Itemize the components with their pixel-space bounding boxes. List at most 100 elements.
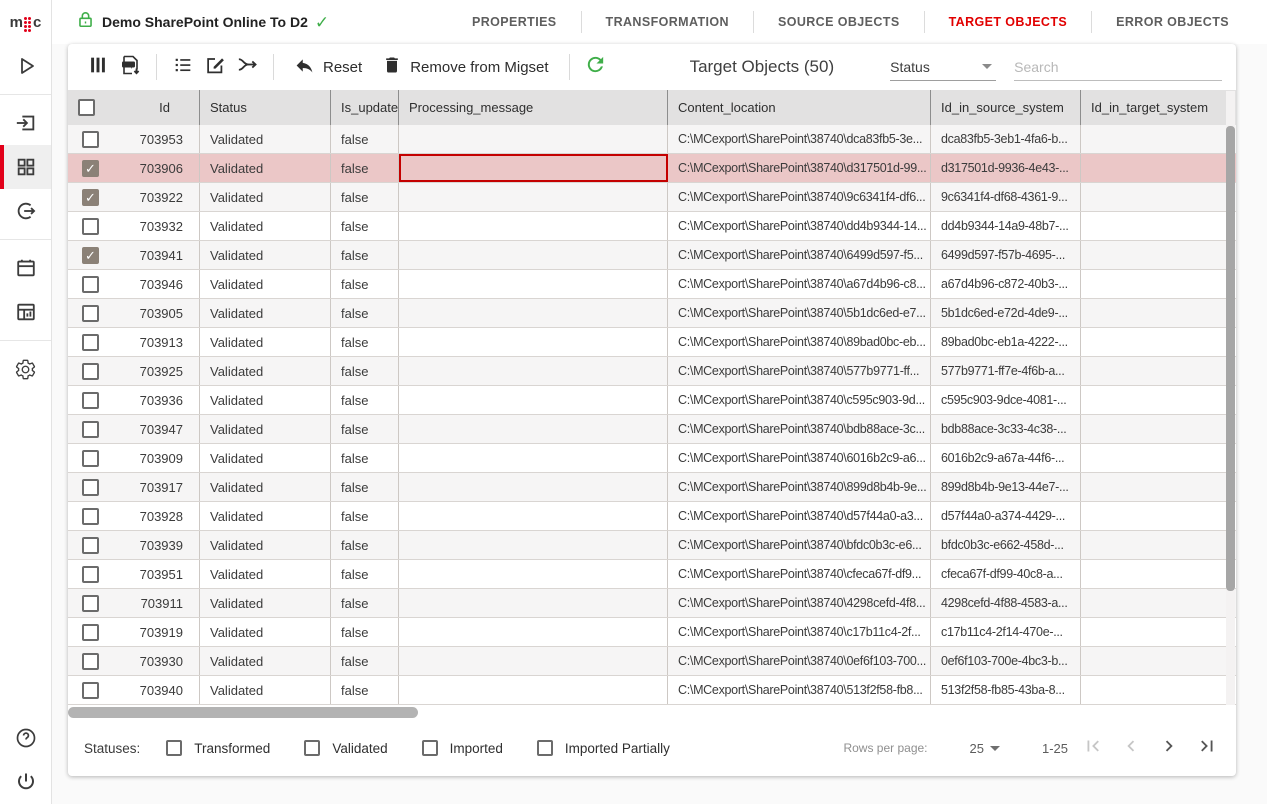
sidebar-item-dashboard[interactable]: [0, 290, 51, 334]
column-header-id-in-target-system[interactable]: Id_in_target_system: [1081, 90, 1226, 125]
row-checkbox[interactable]: [82, 334, 99, 351]
table-row[interactable]: 703922 Validated false C:\MCexport\Share…: [68, 183, 1236, 212]
edit-button[interactable]: [199, 51, 231, 83]
status-filter-checkbox[interactable]: [537, 740, 553, 756]
status-filter-checkbox[interactable]: [166, 740, 182, 756]
table-row[interactable]: 703941 Validated false C:\MCexport\Share…: [68, 241, 1236, 270]
cell-id: 703951: [130, 560, 200, 588]
cell-id: 703919: [130, 618, 200, 646]
status-filter-imported-partially[interactable]: Imported Partially: [537, 740, 670, 756]
status-filter-checkbox[interactable]: [422, 740, 438, 756]
column-header-id[interactable]: Id: [130, 90, 200, 125]
table-row[interactable]: 703951 Validated false C:\MCexport\Share…: [68, 560, 1236, 589]
refresh-button[interactable]: [580, 51, 612, 83]
previous-page-button[interactable]: [1118, 735, 1144, 761]
last-page-icon: [1196, 735, 1218, 762]
row-checkbox[interactable]: [82, 392, 99, 409]
table-row[interactable]: 703911 Validated false C:\MCexport\Share…: [68, 589, 1236, 618]
rows-per-page-select[interactable]: 25: [970, 741, 1004, 756]
cell-processing-message: [399, 473, 668, 501]
status-filter-label: Validated: [332, 741, 387, 756]
table-row[interactable]: 703909 Validated false C:\MCexport\Share…: [68, 444, 1236, 473]
tab-properties[interactable]: PROPERTIES: [448, 15, 581, 29]
table-row[interactable]: 703925 Validated false C:\MCexport\Share…: [68, 357, 1236, 386]
table-row[interactable]: 703930 Validated false C:\MCexport\Share…: [68, 647, 1236, 676]
table-row[interactable]: 703906 Validated false C:\MCexport\Share…: [68, 154, 1236, 183]
cell-id-in-target-system: [1081, 183, 1226, 211]
row-checkbox[interactable]: [82, 276, 99, 293]
table-row[interactable]: 703928 Validated false C:\MCexport\Share…: [68, 502, 1236, 531]
sidebar-item-run[interactable]: [0, 44, 51, 88]
sidebar-item-logout[interactable]: [0, 760, 51, 804]
reset-button[interactable]: Reset: [284, 55, 372, 80]
row-checkbox[interactable]: [82, 479, 99, 496]
row-checkbox[interactable]: [82, 566, 99, 583]
tab-source-objects[interactable]: SOURCE OBJECTS: [754, 15, 924, 29]
view-columns-button[interactable]: [82, 51, 114, 83]
list-view-button[interactable]: [167, 51, 199, 83]
sidebar-item-help[interactable]: [0, 716, 51, 760]
row-checkbox[interactable]: [82, 682, 99, 699]
sidebar-item-import[interactable]: [0, 101, 51, 145]
vertical-scrollbar: [1226, 91, 1235, 705]
cell-processing-message: [399, 618, 668, 646]
sidebar-item-scheduler[interactable]: [0, 246, 51, 290]
horizontal-scrollbar-thumb[interactable]: [68, 707, 418, 718]
row-checkbox[interactable]: [82, 247, 99, 264]
table-row[interactable]: 703919 Validated false C:\MCexport\Share…: [68, 618, 1236, 647]
cell-id-in-target-system: [1081, 415, 1226, 443]
column-header-is-update[interactable]: Is_update: [331, 90, 399, 125]
row-checkbox[interactable]: [82, 131, 99, 148]
table-row[interactable]: 703946 Validated false C:\MCexport\Share…: [68, 270, 1236, 299]
row-checkbox[interactable]: [82, 189, 99, 206]
row-checkbox[interactable]: [82, 537, 99, 554]
table-row[interactable]: 703939 Validated false C:\MCexport\Share…: [68, 531, 1236, 560]
cell-status: Validated: [200, 415, 331, 443]
row-checkbox[interactable]: [82, 218, 99, 235]
tab-transformation[interactable]: TRANSFORMATION: [582, 15, 753, 29]
report-icon: [15, 301, 37, 323]
sidebar-item-export[interactable]: [0, 189, 51, 233]
row-checkbox[interactable]: [82, 305, 99, 322]
column-header-content-location[interactable]: Content_location: [668, 90, 931, 125]
column-header-status[interactable]: Status: [200, 90, 331, 125]
status-filter-checkbox[interactable]: [304, 740, 320, 756]
status-filter-select[interactable]: Status: [890, 53, 996, 81]
remove-from-migset-button[interactable]: Remove from Migset: [372, 55, 558, 79]
first-page-button[interactable]: [1080, 735, 1106, 761]
status-filter-imported[interactable]: Imported: [422, 740, 503, 756]
branch-button[interactable]: [231, 51, 263, 83]
select-all-checkbox[interactable]: [78, 99, 95, 116]
column-header-id-in-source-system[interactable]: Id_in_source_system: [931, 90, 1081, 125]
row-checkbox[interactable]: [82, 624, 99, 641]
row-checkbox[interactable]: [82, 363, 99, 380]
table-row[interactable]: 703905 Validated false C:\MCexport\Share…: [68, 299, 1236, 328]
sidebar-item-settings[interactable]: [0, 347, 51, 391]
table-row[interactable]: 703917 Validated false C:\MCexport\Share…: [68, 473, 1236, 502]
table-row[interactable]: 703940 Validated false C:\MCexport\Share…: [68, 676, 1236, 705]
cell-id-in-source-system: 4298cefd-4f88-4583-a...: [931, 589, 1081, 617]
column-header-processing-message[interactable]: Processing_message: [399, 90, 668, 125]
cell-id: 703905: [130, 299, 200, 327]
row-checkbox[interactable]: [82, 653, 99, 670]
sidebar-item-migsets[interactable]: [0, 145, 51, 189]
row-checkbox[interactable]: [82, 450, 99, 467]
row-checkbox[interactable]: [82, 595, 99, 612]
status-filter-validated[interactable]: Validated: [304, 740, 387, 756]
row-checkbox[interactable]: [82, 421, 99, 438]
export-csv-button[interactable]: CSV: [114, 51, 146, 83]
vertical-scrollbar-thumb[interactable]: [1226, 126, 1235, 591]
table-row[interactable]: 703913 Validated false C:\MCexport\Share…: [68, 328, 1236, 357]
last-page-button[interactable]: [1194, 735, 1220, 761]
table-row[interactable]: 703953 Validated false C:\MCexport\Share…: [68, 125, 1236, 154]
status-filter-transformed[interactable]: Transformed: [166, 740, 270, 756]
row-checkbox[interactable]: [82, 508, 99, 525]
next-page-button[interactable]: [1156, 735, 1182, 761]
row-checkbox[interactable]: [82, 160, 99, 177]
tab-error-objects[interactable]: ERROR OBJECTS: [1092, 15, 1253, 29]
table-row[interactable]: 703936 Validated false C:\MCexport\Share…: [68, 386, 1236, 415]
search-input[interactable]: [1014, 59, 1222, 75]
table-row[interactable]: 703932 Validated false C:\MCexport\Share…: [68, 212, 1236, 241]
tab-target-objects[interactable]: TARGET OBJECTS: [925, 15, 1092, 29]
table-row[interactable]: 703947 Validated false C:\MCexport\Share…: [68, 415, 1236, 444]
